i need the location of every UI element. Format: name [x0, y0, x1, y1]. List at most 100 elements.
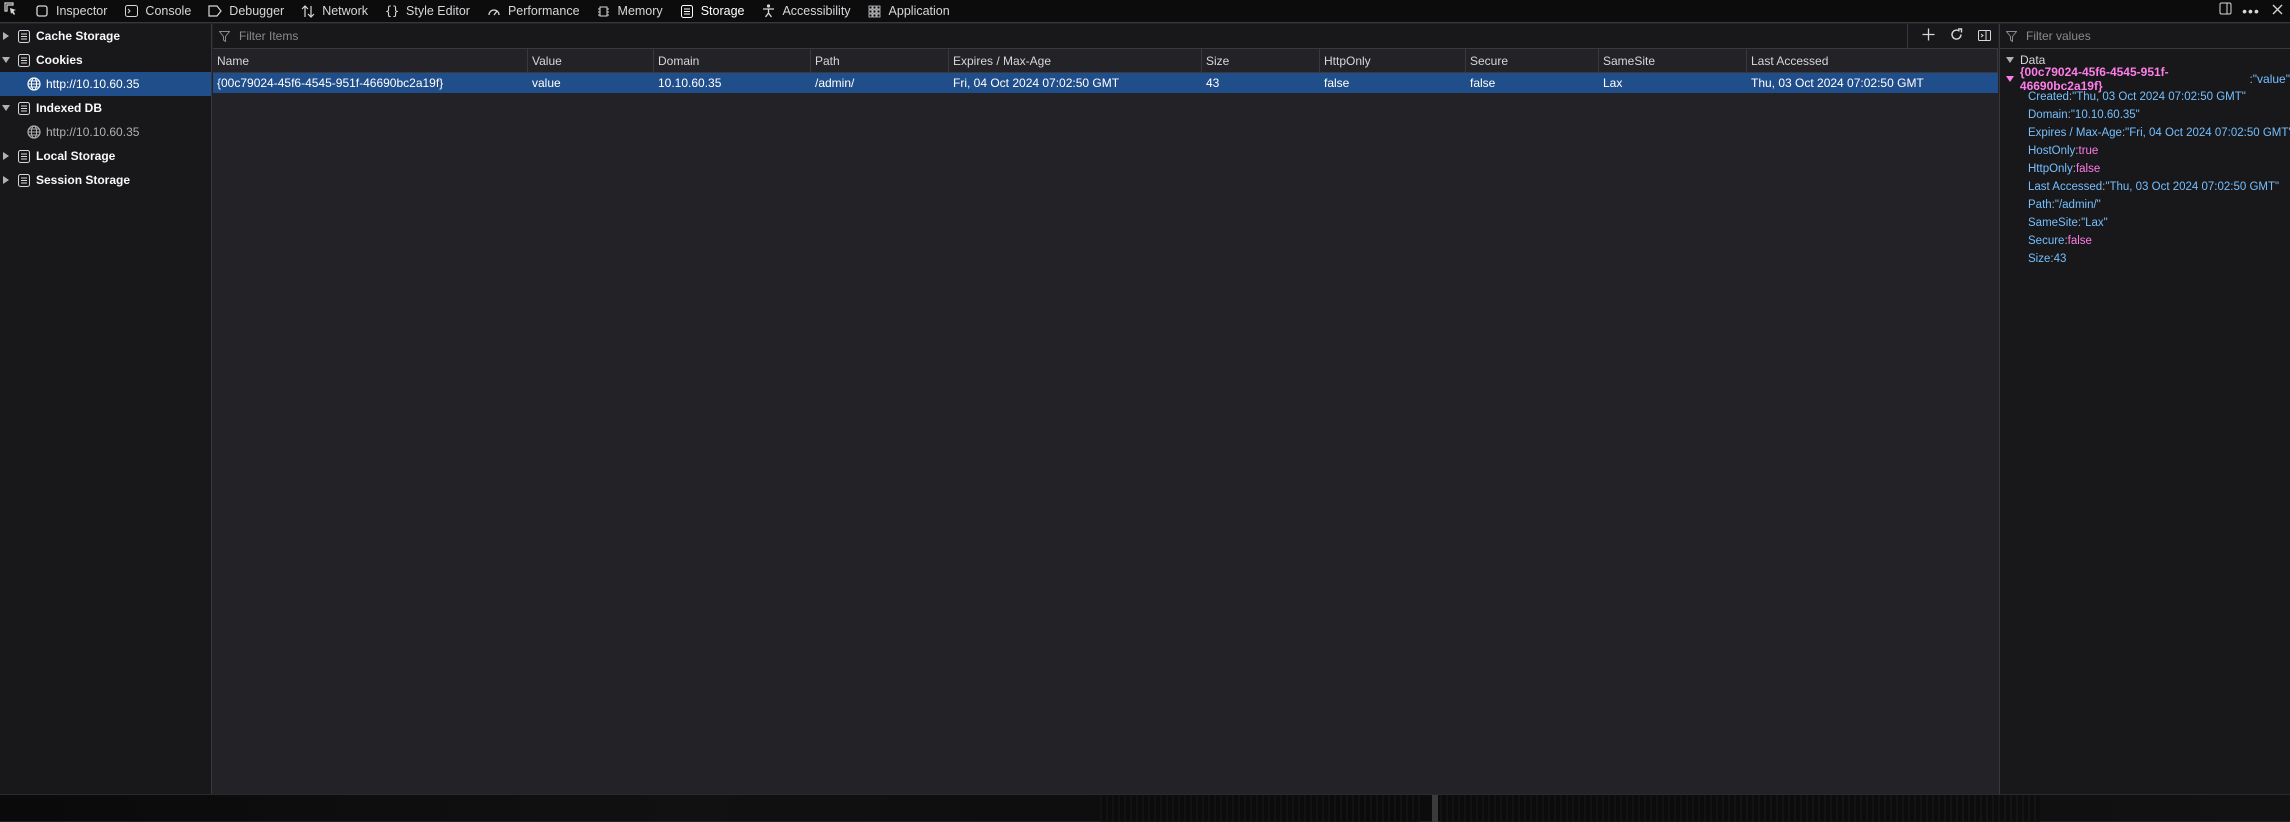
tab-storage[interactable]: Storage [673, 0, 755, 22]
filter-values-input[interactable] [2024, 28, 2264, 44]
tab-debugger[interactable]: Debugger [201, 0, 294, 22]
cell-httponly[interactable]: false [1320, 73, 1466, 93]
column-header-domain[interactable]: Domain [654, 48, 811, 73]
tab-performance[interactable]: Performance [480, 0, 590, 22]
tree-item-label: Session Storage [36, 173, 131, 187]
tab-label: Performance [507, 4, 580, 18]
toolbar-right-controls: ••• [2212, 0, 2290, 22]
tree-item-cookies[interactable]: Cookies [0, 48, 211, 72]
toggle-sidebar-button[interactable] [1970, 25, 1998, 49]
tree-item-label: http://10.10.60.35 [46, 125, 140, 139]
data-entry-last-accessed[interactable]: Last Accessed:"Thu, 03 Oct 2024 07:02:50… [2000, 178, 2290, 196]
tab-label: Style Editor [406, 4, 470, 18]
tab-accessibility[interactable]: Accessibility [754, 0, 860, 22]
background-strip [0, 794, 2290, 822]
background-texture [1100, 795, 1420, 822]
cell-path[interactable]: /admin/ [811, 73, 949, 93]
entry-key: Size [2028, 253, 2051, 265]
add-item-button[interactable] [1914, 25, 1942, 49]
tree-item-indexed-db[interactable]: Indexed DB [0, 96, 211, 120]
entry-value: true [2078, 145, 2099, 157]
data-entry-domain[interactable]: Domain:"10.10.60.35" [2000, 106, 2290, 124]
chevron-down-icon[interactable] [0, 96, 12, 120]
cell-name[interactable]: {00c79024-45f6-4545-951f-46690bc2a19f} [213, 73, 528, 93]
column-header-expires[interactable]: Expires / Max-Age [949, 48, 1202, 73]
tree-item-session-storage[interactable]: Session Storage [0, 168, 211, 192]
tab-network[interactable]: Network [294, 0, 378, 22]
cell-domain[interactable]: 10.10.60.35 [654, 73, 811, 93]
chevron-down-icon[interactable] [0, 48, 12, 72]
column-header-size[interactable]: Size [1202, 48, 1320, 73]
tab-memory[interactable]: Memory [590, 0, 673, 22]
tab-application[interactable]: Application [861, 0, 960, 22]
close-icon [2272, 2, 2283, 20]
globe-icon [26, 76, 42, 92]
tab-label: Debugger [229, 4, 285, 18]
data-entry-size[interactable]: Size:43 [2000, 250, 2290, 268]
storage-icon [16, 148, 32, 164]
data-entry-httponly[interactable]: HttpOnly:false [2000, 160, 2290, 178]
tree-item-local-storage[interactable]: Local Storage [0, 144, 211, 168]
table-tools [1907, 24, 1998, 49]
tree-item-cache-storage[interactable]: Cache Storage [0, 24, 211, 48]
tab-console[interactable]: Console [117, 0, 201, 22]
refresh-icon [1950, 27, 1963, 46]
inspector-icon [34, 3, 50, 19]
dock-button[interactable] [2212, 0, 2238, 22]
tab-style-editor[interactable]: {} Style Editor [378, 0, 480, 22]
column-header-secure[interactable]: Secure [1466, 48, 1599, 73]
tree-item-indexed-db-host[interactable]: http://10.10.60.35 [0, 120, 211, 144]
entry-value: "Thu, 03 Oct 2024 07:02:50 GMT" [2072, 91, 2246, 103]
filter-items-input[interactable] [237, 28, 837, 44]
tab-label: Network [322, 4, 369, 18]
chevron-right-icon[interactable] [0, 144, 12, 168]
tree-item-label: Indexed DB [36, 101, 103, 115]
entry-key: HttpOnly [2028, 163, 2073, 175]
entry-value: "Lax" [2081, 217, 2108, 229]
entry-key: Created [2028, 91, 2069, 103]
close-devtools-button[interactable] [2264, 0, 2290, 22]
entry-key: SameSite [2028, 217, 2078, 229]
cell-last-accessed[interactable]: Thu, 03 Oct 2024 07:02:50 GMT [1747, 73, 1998, 93]
chevron-down-icon[interactable] [2004, 76, 2016, 82]
table-row[interactable]: {00c79024-45f6-4545-951f-46690bc2a19f} v… [213, 73, 1998, 93]
more-options-button[interactable]: ••• [2238, 0, 2264, 22]
entry-key: HostOnly [2028, 145, 2076, 157]
data-filter-bar [2000, 24, 2290, 49]
data-entry-secure[interactable]: Secure:false [2000, 232, 2290, 250]
refresh-button[interactable] [1942, 25, 1970, 49]
chevron-right-icon[interactable] [0, 168, 12, 192]
chevron-right-icon[interactable] [0, 24, 12, 48]
data-entry-hostonly[interactable]: HostOnly:true [2000, 142, 2290, 160]
cell-size[interactable]: 43 [1202, 73, 1320, 93]
performance-icon [486, 3, 502, 19]
background-texture [1432, 795, 1438, 822]
tab-label: Accessibility [782, 4, 851, 18]
column-header-path[interactable]: Path [811, 48, 949, 73]
column-header-last-accessed[interactable]: Last Accessed [1747, 48, 1998, 73]
tree-item-cookies-host[interactable]: http://10.10.60.35 [0, 72, 211, 96]
tree-item-label: Cache Storage [36, 29, 121, 43]
data-root-node[interactable]: {00c79024-45f6-4545-951f-46690bc2a19f}: "… [2000, 65, 2290, 93]
data-entry-path[interactable]: Path:"/admin/" [2000, 196, 2290, 214]
data-entry-samesite[interactable]: SameSite:"Lax" [2000, 214, 2290, 232]
debugger-icon [207, 3, 223, 19]
dock-icon [2219, 2, 2232, 20]
tab-label: Memory [617, 4, 663, 18]
column-header-value[interactable]: Value [528, 48, 654, 73]
entry-key: Expires / Max-Age [2028, 127, 2122, 139]
cell-expires[interactable]: Fri, 04 Oct 2024 07:02:50 GMT [949, 73, 1202, 93]
column-header-samesite[interactable]: SameSite [1599, 48, 1747, 73]
cell-value[interactable]: value [528, 73, 654, 93]
chevron-down-icon[interactable] [2004, 56, 2016, 63]
cell-samesite[interactable]: Lax [1599, 73, 1747, 93]
application-icon [867, 3, 883, 19]
cell-secure[interactable]: false [1466, 73, 1599, 93]
element-picker-button[interactable] [0, 0, 22, 22]
data-entry-expires[interactable]: Expires / Max-Age:"Fri, 04 Oct 2024 07:0… [2000, 124, 2290, 142]
column-header-httponly[interactable]: HttpOnly [1320, 48, 1466, 73]
tab-inspector[interactable]: Inspector [28, 0, 117, 22]
column-header-name[interactable]: Name [213, 48, 528, 73]
memory-icon [596, 3, 612, 19]
plus-icon [1922, 28, 1935, 46]
